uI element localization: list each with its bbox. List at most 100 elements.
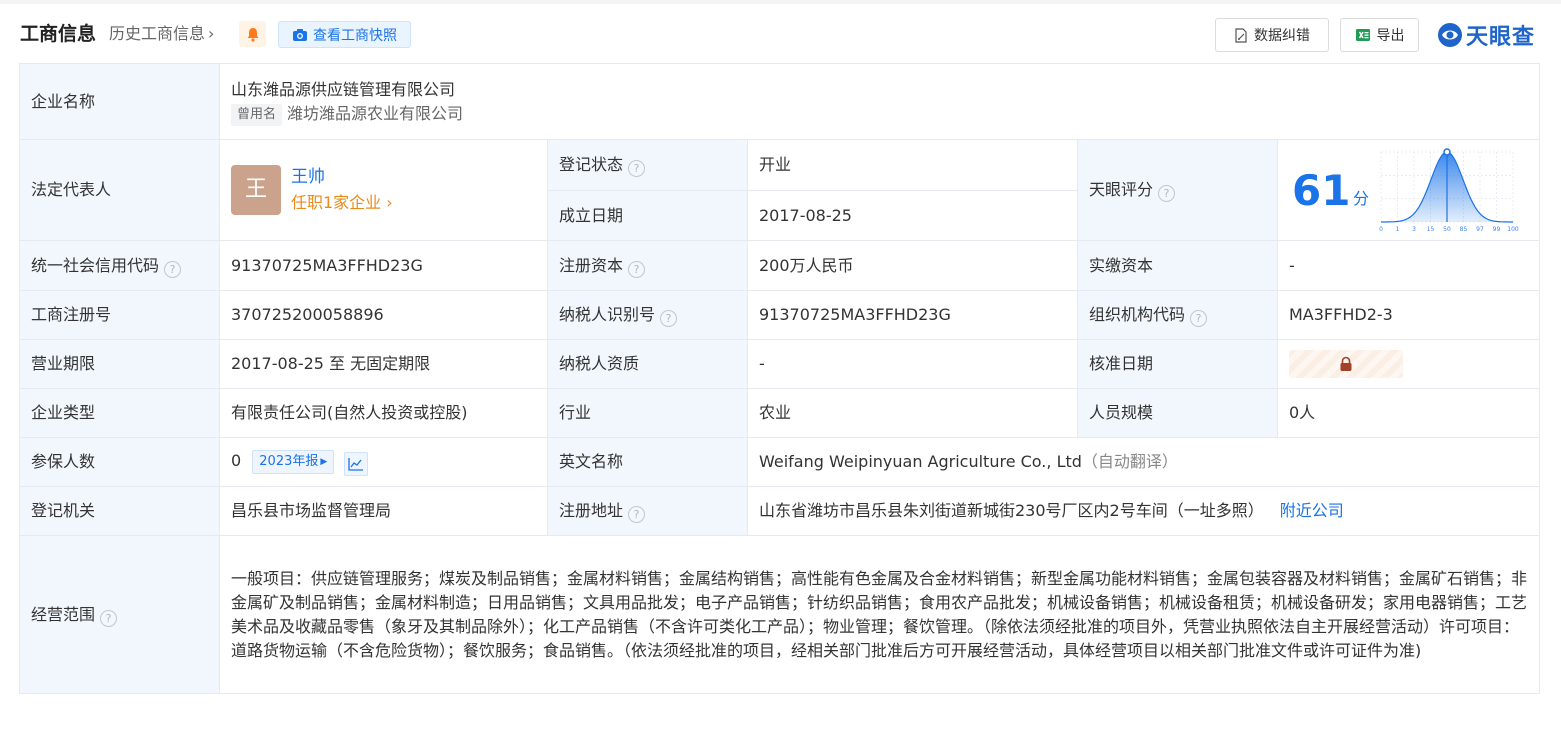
status-value: 开业 [747,139,1078,191]
chart-score-marker-point [1443,148,1451,156]
table-row: 参保人数 0 2023年报 ▶ 英文名称 Weifang Weipinyuan A… [19,437,1541,487]
chevron-right-icon: › [208,24,215,43]
help-icon[interactable]: ? [1158,185,1176,202]
help-icon[interactable]: ? [164,260,182,278]
nearby-companies-link[interactable]: 附近公司 [1280,501,1344,520]
table-row: 营业期限 2017-08-25 至 无固定期限 纳税人资质 - 核准日期 [19,339,1541,389]
table-row: 统一社会信用代码? 91370725MA3FFHD23G 注册资本? 200万人… [19,240,1541,291]
legal-rep-cell: 王 王帅 任职1家企业 › [219,139,548,241]
scope-label: 经营范围? [19,535,220,694]
established-value: 2017-08-25 [747,190,1078,241]
history-link[interactable]: 历史工商信息 › [109,22,214,46]
excel-icon [1355,29,1370,41]
data-fix-label: 数据纠错 [1254,28,1310,44]
trend-chart-button[interactable] [344,451,369,476]
status-label: 登记状态? [547,139,748,191]
chart-tick-label: 0 [1379,226,1383,233]
locked-value[interactable] [1289,350,1403,378]
export-label: 导出 [1376,28,1405,44]
legal-rep-positions-link[interactable]: 任职1家企业 › [291,190,393,216]
chart-tick-label: 85 [1460,226,1468,233]
chart-tick-label: 3 [1412,226,1416,233]
chart-tick-label: 1 [1396,226,1400,233]
chart-tick-label: 97 [1476,226,1484,233]
help-icon[interactable]: ? [100,609,118,627]
export-button[interactable]: 导出 [1340,18,1419,52]
section-title: 工商信息 [20,23,97,45]
help-icon[interactable]: ? [628,260,646,278]
insured-cell: 0 2023年报 ▶ [219,437,548,487]
reg-address-value: 山东省潍坊市昌乐县朱刘街道新城街230号厂区内2号车间（一址多照） [759,501,1264,520]
credit-code-label: 统一社会信用代码? [19,240,220,291]
reg-address-cell: 山东省潍坊市昌乐县朱刘街道新城街230号厂区内2号车间（一址多照） 附近公司 [746,486,1541,536]
term-label: 营业期限 [19,339,220,389]
caret-right-icon: ▶ [320,456,328,467]
legal-rep-label: 法定代表人 [19,139,220,241]
table-row: 经营范围? 一般项目：供应链管理服务；煤炭及制品销售；金属材料销售；金属结构销售… [19,535,1541,694]
table-row: 法定代表人 王 王帅 任职1家企业 › 登记状态? 开业 天眼评分? 61 分 … [19,139,1541,241]
english-name-cell: Weifang Weipinyuan Agriculture Co., Ltd（… [746,437,1541,487]
company-type-label: 企业类型 [19,388,220,438]
chart-tick-label: 15 [1427,226,1435,233]
bell-button[interactable] [239,21,266,47]
former-name: 潍坊潍品源农业有限公司 [287,103,464,123]
industry-value: 农业 [747,388,1078,438]
section-header: 工商信息 历史工商信息 › 查看工商快照 数据纠错 导出 天眼查 [0,4,1561,64]
approval-date-label: 核准日期 [1077,339,1278,389]
established-label: 成立日期 [547,190,748,241]
avatar: 王 [231,165,281,215]
annual-report-button[interactable]: 2023年报 ▶ [252,449,335,474]
insured-value: 0 [231,450,242,470]
chart-tick-label: 50 [1443,226,1451,233]
english-name-value: Weifang Weipinyuan Agriculture Co., Ltd [759,452,1082,471]
score-unit: 分 [1353,189,1370,208]
company-name-cell: 山东潍品源供应链管理有限公司 曾用名 潍坊潍品源农业有限公司 [218,63,1541,140]
scope-value: 一般项目：供应链管理服务；煤炭及制品销售；金属材料销售；金属结构销售；高性能有色… [218,535,1541,694]
reg-authority-value: 昌乐县市场监督管理局 [219,486,548,536]
help-icon[interactable]: ? [1190,310,1208,327]
data-fix-button[interactable]: 数据纠错 [1215,18,1329,52]
table-row: 企业类型 有限责任公司(自然人投资或控股) 行业 农业 人员规模 0人 [19,388,1541,438]
snapshot-button[interactable]: 查看工商快照 [278,21,411,48]
reg-authority-label: 登记机关 [19,486,220,536]
term-value: 2017-08-25 至 无固定期限 [219,339,548,389]
help-icon[interactable]: ? [628,506,646,523]
table-row: 登记机关 昌乐县市场监督管理局 注册地址? 山东省潍坊市昌乐县朱刘街道新城街23… [19,486,1541,536]
insured-label: 参保人数 [19,437,220,487]
table-row: 企业名称 山东潍品源供应链管理有限公司 曾用名 潍坊潍品源农业有限公司 [19,63,1541,140]
taxpayer-qual-value: - [747,339,1078,389]
english-name-label: 英文名称 [547,437,748,487]
score-distribution-chart: 0 1 3 15 50 85 97 99 100 [1379,148,1519,233]
reg-capital-label: 注册资本? [547,240,748,291]
help-icon[interactable]: ? [660,310,678,327]
tianyancha-logo-icon [1438,23,1462,47]
chart-tick-label: 99 [1493,226,1501,233]
company-name-label: 企业名称 [19,63,220,140]
taxpayer-qual-label: 纳税人资质 [547,339,748,389]
edit-doc-icon [1235,27,1247,43]
company-name: 山东潍品源供应链管理有限公司 [231,79,456,99]
taxpayer-id-value: 91370725MA3FFHD23G [747,290,1078,340]
staff-size-value: 0人 [1276,388,1541,438]
chart-tick-label: 100 [1507,226,1519,233]
reg-number-value: 370725200058896 [219,290,548,340]
staff-size-label: 人员规模 [1077,388,1278,438]
help-icon[interactable]: ? [628,160,646,177]
legal-rep-name-link[interactable]: 王帅 [291,164,393,190]
former-name-tag: 曾用名 [231,103,283,126]
table-row: 工商注册号 370725200058896 纳税人识别号? 91370725MA… [19,290,1541,340]
lock-icon [1340,356,1352,371]
reg-number-label: 工商注册号 [19,290,220,340]
industry-label: 行业 [547,388,748,438]
reg-address-label: 注册地址? [547,486,748,536]
company-type-value: 有限责任公司(自然人投资或控股) [219,388,548,438]
org-code-label: 组织机构代码? [1077,290,1278,340]
paid-capital-value: - [1276,240,1541,291]
credit-code-value: 91370725MA3FFHD23G [219,240,548,291]
business-info-table: 企业名称 山东潍品源供应链管理有限公司 曾用名 潍坊潍品源农业有限公司 法定代表人… [19,63,1541,694]
line-chart-icon [348,457,364,471]
score-cell[interactable]: 61 分 0 1 3 15 50 85 97 99 100 [1276,139,1541,241]
history-link-label: 历史工商信息 [109,24,206,43]
camera-icon [293,28,307,41]
approval-date-cell [1276,339,1541,389]
